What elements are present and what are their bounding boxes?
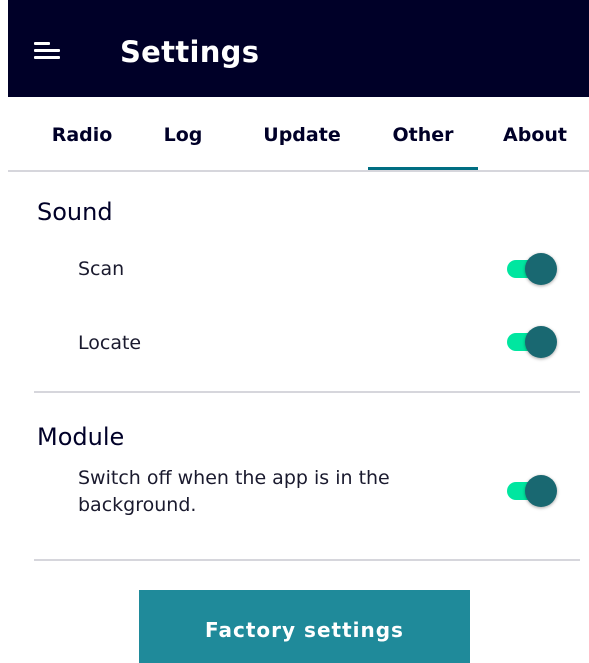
app-bar: Settings	[8, 0, 589, 97]
page-title: Settings	[120, 35, 260, 69]
sound-section-title: Sound	[37, 198, 113, 226]
settings-tabs: Radio Log Update Other About	[8, 97, 589, 171]
tab-other[interactable]: Other	[368, 97, 478, 171]
module-switch-off-label: Switch off when the app is in the backgr…	[78, 467, 390, 516]
left-edge-strip	[0, 0, 8, 663]
locate-label: Locate	[78, 332, 142, 354]
scan-sound-toggle[interactable]	[507, 252, 557, 286]
toggle-thumb	[525, 475, 557, 507]
module-section-title: Module	[37, 423, 125, 451]
toggle-thumb	[525, 253, 557, 285]
hamburger-menu-icon[interactable]	[34, 39, 60, 61]
section-divider	[34, 391, 580, 393]
tabs-divider	[8, 170, 589, 172]
locate-sound-toggle[interactable]	[507, 325, 557, 359]
tab-radio[interactable]: Radio	[36, 97, 128, 171]
scan-label: Scan	[78, 258, 125, 280]
toggle-thumb	[525, 326, 557, 358]
section-divider	[34, 559, 580, 561]
tab-about[interactable]: About	[490, 97, 580, 171]
tab-log[interactable]: Log	[148, 97, 218, 171]
factory-settings-button[interactable]: Factory settings	[139, 590, 470, 663]
module-background-off-toggle[interactable]	[507, 474, 557, 508]
tab-update[interactable]: Update	[246, 97, 358, 171]
settings-screen: Settings Radio Log Update Other About So…	[0, 0, 589, 663]
